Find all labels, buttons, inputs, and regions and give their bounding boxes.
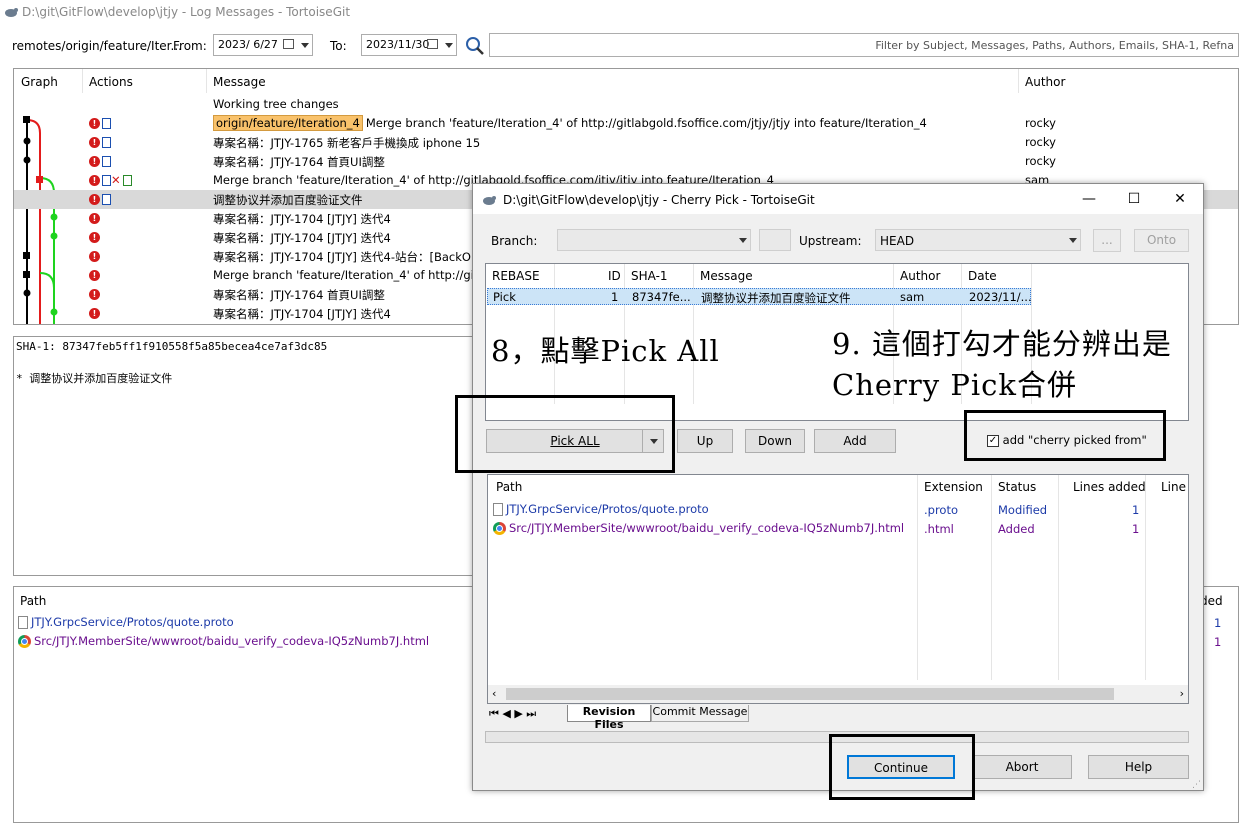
action-icons: ! bbox=[89, 192, 111, 206]
log-header: Graph Actions Message Author bbox=[14, 69, 1238, 93]
annotation-step9-line2: Cherry Pick合併 bbox=[832, 368, 1077, 402]
chevron-down-icon bbox=[739, 238, 747, 243]
files-header: Path Extension Status Lines added Line bbox=[488, 475, 1188, 680]
path-header[interactable]: Path bbox=[20, 594, 46, 608]
dialog-title: D:\git\GitFlow\develop\jtjy - Cherry Pic… bbox=[503, 193, 815, 207]
from-label: From: bbox=[173, 39, 207, 53]
tab-revision-files[interactable]: Revision Files bbox=[567, 705, 651, 731]
chevron-down-icon bbox=[1069, 238, 1077, 243]
action-icons: ! bbox=[89, 154, 111, 168]
scroll-left-icon[interactable]: ‹ bbox=[492, 687, 496, 700]
search-icon bbox=[466, 37, 484, 55]
highlight-continue bbox=[829, 734, 975, 800]
window-titlebar: D:\git\GitFlow\develop\jtjy - Log Messag… bbox=[0, 0, 1239, 26]
action-icons: ! bbox=[89, 116, 111, 130]
cherry-pick-dialog[interactable]: D:\git\GitFlow\develop\jtjy - Cherry Pic… bbox=[472, 183, 1204, 791]
commit-list-header: REBASE ID SHA-1 Message Author Date bbox=[486, 264, 1188, 404]
chrome-icon bbox=[493, 522, 506, 535]
scroll-thumb[interactable] bbox=[506, 688, 1114, 700]
log-row[interactable]: Working tree changes bbox=[14, 95, 1238, 114]
col-graph[interactable]: Graph bbox=[21, 75, 58, 89]
window-title: D:\git\GitFlow\develop\jtjy - Log Messag… bbox=[22, 5, 351, 19]
horizontal-scrollbar[interactable]: ‹ › bbox=[488, 685, 1188, 703]
col-message[interactable]: Message bbox=[213, 75, 266, 89]
help-button[interactable]: Help bbox=[1088, 755, 1189, 779]
to-label: To: bbox=[330, 39, 347, 53]
action-icons: ! ✕ bbox=[89, 173, 132, 187]
filter-input[interactable]: Filter by Subject, Messages, Paths, Auth… bbox=[489, 33, 1239, 57]
chevron-down-icon bbox=[445, 43, 453, 48]
highlight-checkbox bbox=[964, 410, 1166, 461]
calendar-icon bbox=[427, 39, 438, 49]
commit-detail[interactable]: SHA-1: 87347feb5ff1f910558f5a85becea4ce7… bbox=[13, 336, 489, 576]
down-button[interactable]: Down bbox=[745, 429, 805, 453]
file-row[interactable]: JTJY.GrpcService/Protos/quote.proto bbox=[18, 615, 234, 629]
commit-message: * 调整协议并添加百度验证文件 bbox=[16, 372, 173, 385]
annotation-step8: 8，點擊Pick All bbox=[491, 334, 720, 368]
log-row[interactable]: ! 專案名稱：JTJY-1765 新老客戶手機換成 iphone 15 rocky bbox=[14, 133, 1238, 152]
file-row[interactable]: Src/JTJY.MemberSite/wwwroot/baidu_verify… bbox=[493, 521, 1153, 538]
col-author[interactable]: Author bbox=[1025, 75, 1065, 89]
chevron-down-icon bbox=[301, 43, 309, 48]
calendar-icon bbox=[283, 39, 294, 49]
branch-extra-button[interactable] bbox=[759, 229, 791, 251]
minimize-button[interactable]: — bbox=[1079, 190, 1099, 208]
file-icon bbox=[18, 616, 28, 629]
to-date-picker[interactable]: 2023/11/30 bbox=[361, 34, 457, 56]
upstream-combo[interactable]: HEAD bbox=[875, 229, 1081, 251]
upstream-browse-button[interactable]: ... bbox=[1093, 229, 1121, 252]
onto-button[interactable]: Onto bbox=[1134, 229, 1189, 252]
close-button[interactable]: ✕ bbox=[1170, 190, 1190, 208]
action-icons: ! bbox=[89, 135, 111, 149]
chrome-icon bbox=[18, 635, 31, 648]
log-row[interactable]: ! 專案名稱：JTJY-1764 首頁UI調整 rocky bbox=[14, 152, 1238, 171]
highlight-pick-all bbox=[455, 395, 675, 473]
branch-combo[interactable] bbox=[557, 229, 751, 251]
branch-tag[interactable]: origin/feature/Iteration_4 bbox=[213, 115, 363, 131]
annotation-step9-line1: 9. 這個打勾才能分辨出是 bbox=[832, 327, 1172, 361]
filter-placeholder: Filter by Subject, Messages, Paths, Auth… bbox=[875, 39, 1234, 52]
branch-label: Branch: bbox=[491, 234, 538, 248]
file-row[interactable]: JTJY.GrpcService/Protos/quote.proto .pro… bbox=[493, 502, 1153, 519]
abort-button[interactable]: Abort bbox=[972, 755, 1072, 779]
up-button[interactable]: Up bbox=[677, 429, 733, 453]
file-row[interactable]: Src/JTJY.MemberSite/wwwroot/baidu_verify… bbox=[18, 634, 429, 648]
dialog-titlebar: D:\git\GitFlow\develop\jtjy - Cherry Pic… bbox=[473, 184, 1203, 214]
log-row[interactable]: ! origin/feature/Iteration_4 Merge branch… bbox=[14, 114, 1238, 133]
search-button[interactable] bbox=[464, 35, 486, 57]
tab-nav-arrows[interactable]: ⏮ ◀ ▶ ⏭ bbox=[489, 707, 536, 721]
branch-link[interactable]: remotes/origin/feature/Iter... bbox=[12, 39, 182, 53]
maximize-button[interactable]: ☐ bbox=[1124, 190, 1144, 208]
from-date-value: 2023/ 6/27 bbox=[218, 38, 278, 51]
scroll-right-icon[interactable]: › bbox=[1180, 687, 1184, 700]
add-button[interactable]: Add bbox=[814, 429, 896, 453]
tab-commit-message[interactable]: Commit Message bbox=[651, 705, 749, 722]
revision-files-list[interactable]: Path Extension Status Lines added Line J… bbox=[487, 474, 1189, 704]
file-icon bbox=[493, 503, 503, 516]
from-date-picker[interactable]: 2023/ 6/27 bbox=[213, 34, 313, 56]
upstream-label: Upstream: bbox=[799, 234, 862, 248]
to-date-value: 2023/11/30 bbox=[366, 38, 430, 51]
resize-grip-icon[interactable]: ⋰ bbox=[1192, 780, 1201, 790]
tortoisegit-icon bbox=[5, 8, 18, 17]
tortoisegit-icon bbox=[483, 196, 496, 205]
col-actions[interactable]: Actions bbox=[89, 75, 133, 89]
commit-sha: SHA-1: 87347feb5ff1f910558f5a85becea4ce7… bbox=[16, 340, 328, 353]
commit-row[interactable]: Pick 1 87347fe... 调整协议并添加百度验证文件 sam 2023… bbox=[487, 288, 1032, 305]
